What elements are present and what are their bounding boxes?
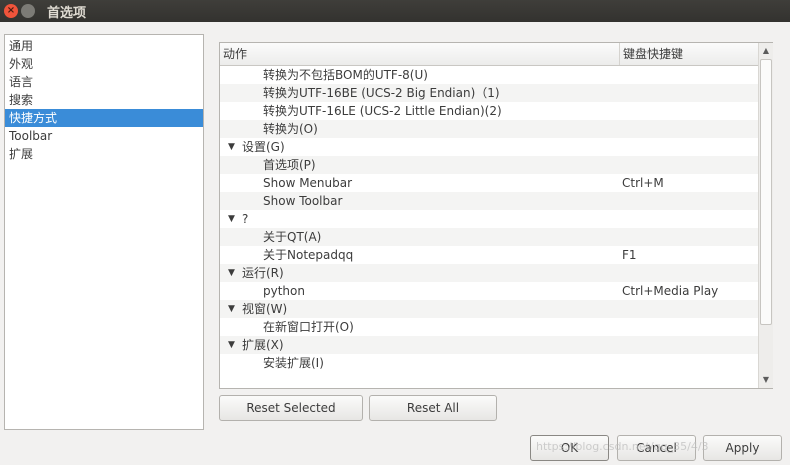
vertical-scrollbar[interactable]: ▲ ▼ (758, 43, 773, 388)
expand-arrow-icon[interactable]: ▼ (228, 264, 238, 282)
expand-arrow-icon[interactable]: ▼ (228, 210, 238, 228)
expand-arrow-icon[interactable]: ▼ (228, 300, 238, 318)
action-cell: 转换为UTF-16LE (UCS-2 Little Endian)(2) (263, 104, 502, 118)
tree-group-row[interactable]: ▼ 扩展(X) (220, 336, 758, 354)
table-row[interactable]: Show Toolbar (220, 192, 758, 210)
table-row[interactable]: 转换为不包括BOM的UTF-8(U) (220, 66, 758, 84)
table-row[interactable]: python Ctrl+Media Play (220, 282, 758, 300)
action-cell: 转换为UTF-16BE (UCS-2 Big Endian)（1) (263, 86, 500, 100)
action-cell: Show Menubar (263, 176, 353, 190)
category-list[interactable]: 通用 外观 语言 搜索 快捷方式 Toolbar 扩展 (4, 34, 204, 430)
action-cell: 扩展(X) (242, 338, 284, 352)
action-cell: 关于Notepadqq (263, 248, 354, 262)
action-cell: 首选项(P) (263, 158, 316, 172)
title-bar: × 首选项 (0, 0, 790, 22)
action-cell: 转换为不包括BOM的UTF-8(U) (263, 68, 428, 82)
action-cell: 在新窗口打开(O) (263, 320, 354, 334)
category-item[interactable]: 外观 (5, 55, 203, 73)
category-item[interactable]: 语言 (5, 73, 203, 91)
reset-selected-button[interactable]: Reset Selected (219, 395, 363, 421)
table-row[interactable]: Show Menubar Ctrl+M (220, 174, 758, 192)
tree-group-row[interactable]: ▼ 设置(G) (220, 138, 758, 156)
tree-group-row[interactable]: ▼? (220, 210, 758, 228)
window-title: 首选项 (47, 5, 87, 21)
scroll-up-icon[interactable]: ▲ (759, 44, 773, 58)
apply-button[interactable]: Apply (703, 435, 782, 461)
table-row[interactable]: 关于QT(A) (220, 228, 758, 246)
shortcut-rows: 转换为不包括BOM的UTF-8(U) 转换为UTF-16BE (UCS-2 Big… (220, 66, 758, 373)
table-row[interactable]: 转换为UTF-16BE (UCS-2 Big Endian)（1) (220, 84, 758, 102)
action-cell: ? (242, 212, 249, 226)
scroll-thumb[interactable] (760, 59, 772, 325)
close-icon[interactable]: × (4, 4, 18, 18)
action-cell: 视窗(W) (242, 302, 288, 316)
action-cell: 运行(R) (242, 266, 284, 280)
tree-group-row[interactable]: ▼ 运行(R) (220, 264, 758, 282)
expand-arrow-icon[interactable]: ▼ (228, 336, 238, 354)
shortcut-cell[interactable]: Ctrl+M (622, 174, 664, 192)
action-cell: 安装扩展(I) (263, 356, 324, 370)
table-bottom-area (220, 373, 758, 388)
column-header-action[interactable]: 动作 (220, 43, 620, 65)
shortcut-table: 动作 键盘快捷键 转换为不包括BOM的UTF-8(U) 转换为UTF-16BE (… (219, 42, 773, 389)
watermark: https://blog.csdn.net/qq_35/4/3 (536, 440, 709, 453)
category-item[interactable]: 扩展 (5, 145, 203, 163)
reset-all-button[interactable]: Reset All (369, 395, 497, 421)
action-cell: 设置(G) (242, 140, 285, 154)
tree-group-row[interactable]: ▼ 视窗(W) (220, 300, 758, 318)
category-item[interactable]: 通用 (5, 37, 203, 55)
action-cell: Show Toolbar (263, 194, 343, 208)
category-item[interactable]: Toolbar (5, 127, 203, 145)
category-item[interactable]: 快捷方式 (5, 109, 203, 127)
minimize-icon[interactable] (21, 4, 35, 18)
column-header-shortcut[interactable]: 键盘快捷键 (620, 43, 758, 65)
category-item[interactable]: 搜索 (5, 91, 203, 109)
shortcut-cell[interactable]: F1 (622, 246, 637, 264)
action-cell: 关于QT(A) (263, 230, 322, 244)
table-row[interactable]: 转换为UTF-16LE (UCS-2 Little Endian)(2) (220, 102, 758, 120)
table-row[interactable]: 转换为(O) (220, 120, 758, 138)
action-cell: python (263, 284, 305, 298)
scroll-down-icon[interactable]: ▼ (759, 373, 773, 387)
shortcut-cell[interactable]: Ctrl+Media Play (622, 282, 718, 300)
table-row[interactable]: 首选项(P) (220, 156, 758, 174)
table-row[interactable]: 关于Notepadqq F1 (220, 246, 758, 264)
table-row[interactable]: 在新窗口打开(O) (220, 318, 758, 336)
table-row[interactable]: 安装扩展(I) (220, 354, 758, 372)
table-header: 动作 键盘快捷键 (220, 43, 758, 66)
expand-arrow-icon[interactable]: ▼ (228, 138, 238, 156)
action-cell: 转换为(O) (263, 122, 318, 136)
